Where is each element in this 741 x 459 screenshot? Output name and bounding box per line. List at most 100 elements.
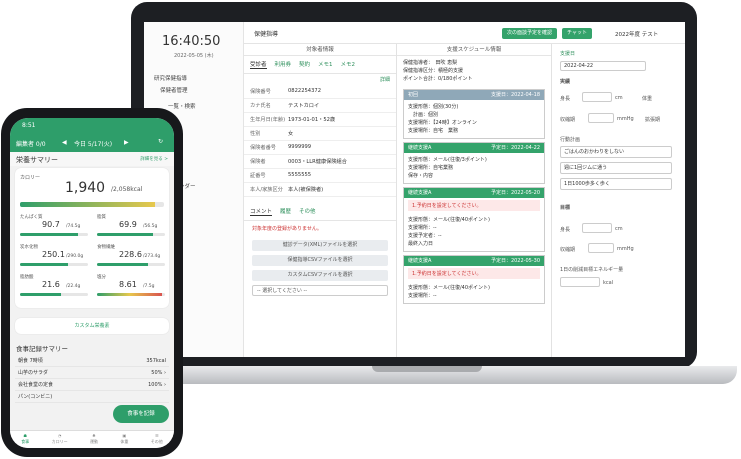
subject-field-row: 保険番号 0822254372 xyxy=(244,85,396,99)
tab-other-phone[interactable]: ☰ その他 xyxy=(151,433,163,448)
file-select[interactable]: -- 選択してください -- xyxy=(252,285,388,296)
sidebar-item-manage[interactable]: 保健者管理 xyxy=(160,86,188,94)
goal-2[interactable]: 週に1回ジムに通う xyxy=(560,162,672,174)
refresh-icon[interactable]: ↻ xyxy=(158,138,163,145)
meal-row[interactable]: 山芋のサラダ 50% › xyxy=(15,368,169,379)
sidebar-item-guidance[interactable]: 研究保健指導 xyxy=(154,74,187,82)
page-title: 保健指導 xyxy=(254,31,279,38)
height-input-2[interactable] xyxy=(582,223,612,233)
goal-1[interactable]: ごはんのおかわりをしない xyxy=(560,146,672,158)
nutrient-name: たんぱく質 xyxy=(20,215,43,220)
nutrient-bar xyxy=(97,233,165,236)
chat-button[interactable]: チャット xyxy=(562,28,592,39)
block-line: 支援場所：自宅 業務 xyxy=(408,128,459,134)
results-heading: 実績 xyxy=(560,79,571,85)
support-date-field[interactable]: 2022-04-22 xyxy=(560,61,646,71)
nutrient-item: たんぱく質 90.7/74.5g xyxy=(20,214,90,242)
systolic-input[interactable] xyxy=(588,113,614,123)
schedule-block[interactable]: 継続支援A 予定日：2022-05-20 1.予約日を設定してください。 支援形態：メ… xyxy=(403,187,545,252)
edit-link[interactable]: 詳細 xyxy=(244,74,396,85)
laptop-notch xyxy=(372,366,482,372)
meal-name: 山芋のサラダ xyxy=(18,370,49,376)
top-bar: 保健指導 次の面談予定を確認 チャット 2022年度 テスト xyxy=(244,22,685,44)
calorie-target-label: 1日の削減目標エネルギー量 xyxy=(560,267,624,273)
field-value: 0003・LLR健康保険組合 xyxy=(288,159,347,165)
phone-frame: 8:51 編集者 0/0 ◀ 今日 5/17(火) ▶ ↻ 栄養サマリー 詳細を… xyxy=(1,108,183,457)
meal-value: 50% › xyxy=(151,370,166,376)
calorie-target-input[interactable] xyxy=(560,277,600,287)
meal-row[interactable]: パン(コンビニ) xyxy=(15,392,169,403)
tab-meal[interactable]: ☗ 食事 xyxy=(21,433,29,448)
schedule-header: 支援スケジュール情報 xyxy=(397,44,551,56)
calorie-label: カロリー xyxy=(20,175,41,181)
clock: 16:40:50 xyxy=(162,34,221,49)
subject-field-row: 保険者番号 9999999 xyxy=(244,141,396,155)
field-key: 証番号 xyxy=(250,173,266,179)
tab-weight[interactable]: ▣ 体重 xyxy=(120,433,128,448)
prev-day-icon[interactable]: ◀ xyxy=(62,139,67,146)
block-line: 支援予定者：-- xyxy=(408,233,442,239)
subject-panel: 対象者情報 受診者 利用券 契約 メモ1 メモ2 詳細 保険番号 08222543… xyxy=(244,44,397,357)
nutrient-unit: /22.4g xyxy=(66,284,81,289)
diastolic-label: 拡張期 xyxy=(645,117,661,123)
schedule-blocks: 初回 支援日：2022-04-18 支援形態：個別(30分) 計画：個別 支援場所：【… xyxy=(397,89,551,304)
systolic-input-2[interactable] xyxy=(588,243,614,253)
field-key: 保険者番号 xyxy=(250,145,276,151)
goal-3[interactable]: 1日1000歩多く歩く xyxy=(560,178,672,190)
height-label-2: 身長 xyxy=(560,227,571,233)
schedule-block[interactable]: 初回 支援日：2022-04-18 支援形態：個別(30分) 計画：個別 支援場所：【… xyxy=(403,89,545,139)
tab-memo2[interactable]: メモ2 xyxy=(341,60,356,69)
fiscal-year-label: 2022年度 テスト xyxy=(615,32,659,38)
tab-examinee[interactable]: 受診者 xyxy=(250,60,267,69)
record-panel: 支援日 2022-04-22 実績 身長 cm 体重 収縮期 mmHg 拡張期 … xyxy=(552,44,685,357)
tab-history[interactable]: 履歴 xyxy=(280,207,291,216)
nutrient-value: 21.6 xyxy=(42,280,60,289)
meal-row[interactable]: 会社食堂の定食 100% › xyxy=(15,380,169,391)
schedule-block[interactable]: 継続支援A 予定日：2022-04-22 支援形態：メール(往復/3ポイント) 支援場… xyxy=(403,142,545,184)
upload-guidance-csv-button[interactable]: 保健指導CSVファイルを選択 xyxy=(252,255,388,266)
block-date: 予定日：2022-05-20 xyxy=(490,190,540,196)
upload-custom-csv-button[interactable]: カスタムCSVファイルを選択 xyxy=(252,270,388,281)
height-input[interactable] xyxy=(582,92,612,102)
next-day-icon[interactable]: ▶ xyxy=(124,139,129,146)
calorie-target: /2,058kcal xyxy=(111,186,143,193)
block-line: 支援形態：メール(往復/40ポイント) xyxy=(408,217,490,223)
nutrient-bar xyxy=(97,293,165,296)
schedule-block[interactable]: 継続支援A 予定日：2022-05-30 1.予約日を設定してください。 支援形態：メ… xyxy=(403,255,545,304)
block-line: 支援場所：【24時】オンライン xyxy=(408,120,477,126)
tab-memo1[interactable]: メモ1 xyxy=(318,60,333,69)
meal-summary-title: 食事記録サマリー xyxy=(16,345,68,353)
field-value: 0822254372 xyxy=(288,88,322,94)
sidebar-item-list[interactable]: 一覧・検索 xyxy=(168,102,196,110)
tab-ticket[interactable]: 利用券 xyxy=(275,60,292,69)
tab-exercise[interactable]: ♣ 運動 xyxy=(90,433,98,448)
summary-detail-link[interactable]: 詳細を見る > xyxy=(140,156,168,162)
subject-field-row: 証番号 5555555 xyxy=(244,169,396,183)
nav-date[interactable]: 今日 5/17(火) xyxy=(74,139,112,148)
nutrient-value: 8.61 xyxy=(119,280,137,289)
phone-time: 8:51 xyxy=(22,122,36,129)
block-date: 予定日：2022-05-30 xyxy=(490,258,540,264)
meal-row[interactable]: 朝食 7時頃 357kcal xyxy=(15,356,169,367)
tab-other[interactable]: その他 xyxy=(299,207,316,216)
guidance-type: 保健指導区分：積極的支援 xyxy=(403,68,464,74)
block-line: 保存・内容 xyxy=(408,173,434,179)
field-value: 女 xyxy=(288,131,294,137)
tab-exercise-label: 運動 xyxy=(89,439,98,444)
points-total: ポイント合計：0/180ポイント xyxy=(403,76,473,82)
record-meal-button[interactable]: 食事を記録 xyxy=(113,405,169,423)
block-line: 支援形態：個別(30分) xyxy=(408,104,459,110)
nav-left-label[interactable]: 編集者 0/0 xyxy=(16,139,46,148)
tab-calorie[interactable]: ◔ カロリー xyxy=(52,433,68,448)
block-title: 継続支援A xyxy=(408,190,432,196)
custom-nutrient-button[interactable]: カスタム栄養素 xyxy=(15,318,169,334)
subject-field-row: 生年月日(年齢) 1973-01-01・52歳 xyxy=(244,113,396,127)
upload-xml-button[interactable]: 健診データ(XML)ファイルを選択 xyxy=(252,240,388,251)
nutrient-name: 塩分 xyxy=(97,275,106,280)
tab-comment[interactable]: コメント xyxy=(250,207,273,216)
subject-fields: 保険番号 0822254372 カナ氏名 テストカロイ 生年月日(年齢) 1973-01-… xyxy=(244,85,396,197)
next-meeting-button[interactable]: 次の面談予定を確認 xyxy=(502,28,558,39)
nutrition-summary-title: 栄養サマリー xyxy=(16,156,58,164)
tab-contract[interactable]: 契約 xyxy=(299,60,310,69)
nutrient-item: 脂質 69.9/56.5g xyxy=(97,214,167,242)
